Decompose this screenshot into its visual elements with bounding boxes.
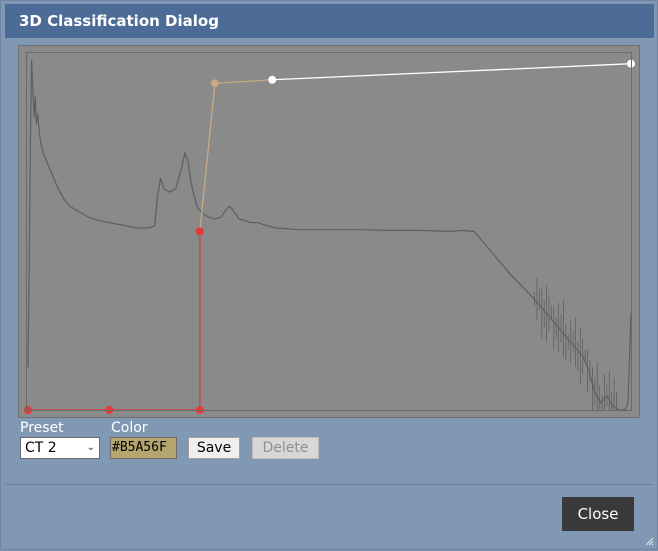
transfer-segment (214, 79, 273, 84)
control-point[interactable] (195, 406, 204, 414)
preset-value: CT 2 (25, 440, 57, 456)
close-button[interactable]: Close (562, 497, 634, 531)
preset-label: Preset (20, 420, 64, 436)
control-point[interactable] (268, 75, 277, 84)
color-input[interactable]: #B5A56F (110, 437, 177, 459)
control-point[interactable] (195, 227, 204, 236)
histogram-line (27, 60, 632, 411)
transfer-segment (199, 83, 216, 232)
resize-grip-icon[interactable] (644, 536, 654, 546)
preset-select[interactable]: CT 2 ⌄ (20, 437, 100, 459)
divider (5, 484, 654, 485)
delete-button[interactable]: Delete (252, 437, 319, 459)
chevron-down-icon: ⌄ (86, 442, 95, 453)
save-button[interactable]: Save (188, 437, 240, 459)
transfer-segment (272, 63, 632, 81)
control-point[interactable] (627, 59, 635, 68)
color-label: Color (111, 420, 148, 436)
transfer-function-chart[interactable] (1, 1, 658, 551)
classification-dialog: 3D Classification Dialog Preset CT 2 ⌄ C… (0, 0, 658, 550)
control-point[interactable] (105, 406, 114, 414)
control-point[interactable] (24, 406, 32, 414)
control-point[interactable] (210, 79, 219, 88)
